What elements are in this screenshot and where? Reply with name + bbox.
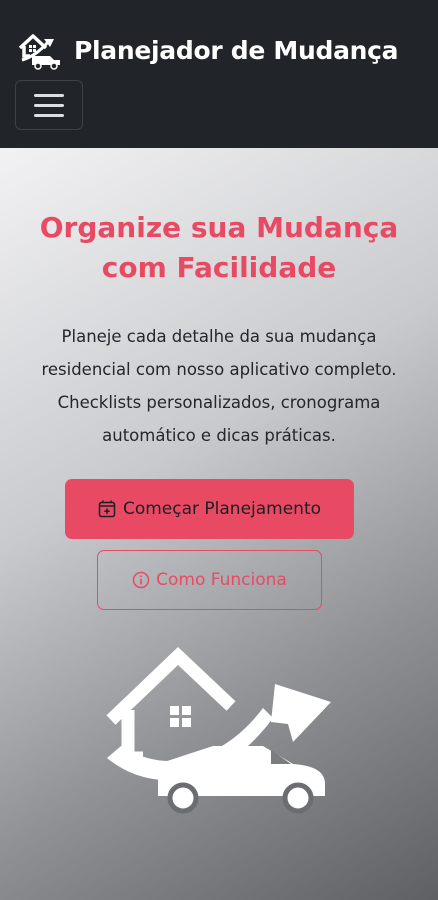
start-planning-button[interactable]: Começar Planejamento	[65, 479, 354, 539]
hero-title: Organize sua Mudança com Facilidade	[39, 211, 399, 284]
brand[interactable]: Planejador de Mudança	[16, 30, 399, 70]
brand-title: Planejador de Mudança	[74, 35, 399, 65]
how-it-works-label: Como Funciona	[156, 570, 287, 590]
how-it-works-button[interactable]: Como Funciona	[97, 550, 322, 610]
hero-description: Planeje cada detalhe da sua mudança resi…	[41, 327, 397, 445]
hero-section: Organize sua Mudança com Facilidade Plan…	[0, 148, 438, 900]
calendar-plus-icon	[98, 500, 116, 518]
house-truck-arrow-illustration	[106, 647, 331, 814]
hamburger-menu-icon	[34, 93, 64, 97]
info-circle-icon	[132, 571, 150, 589]
start-planning-label: Começar Planejamento	[122, 499, 322, 519]
moving-truck-house-icon	[18, 34, 60, 70]
navbar: Planejador de Mudança	[0, 0, 438, 148]
hamburger-menu-button[interactable]	[15, 80, 83, 130]
